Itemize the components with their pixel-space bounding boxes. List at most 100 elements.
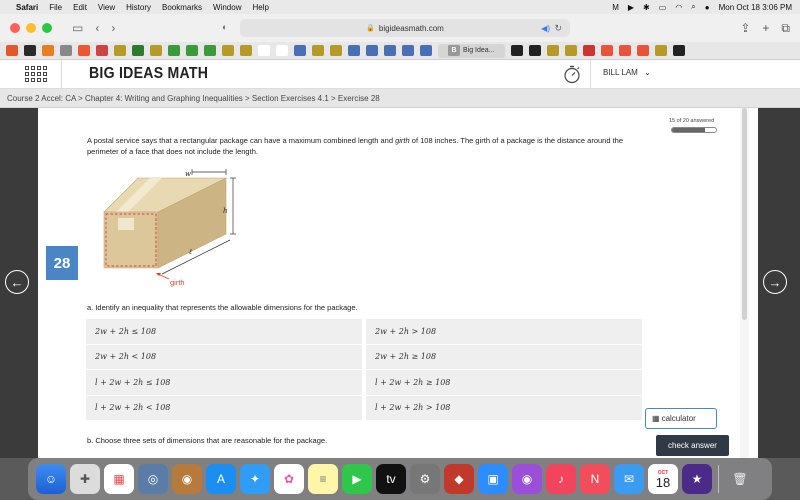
bookmark-icon[interactable] [96,45,108,56]
battery-icon[interactable]: ▭ [659,3,667,12]
bookmark-icon[interactable] [60,45,72,56]
trash-icon[interactable]: 🗑 [725,464,755,494]
menu-view[interactable]: View [98,3,115,12]
bookmark-icon[interactable] [546,45,559,56]
close-window-icon[interactable] [10,23,20,33]
bluetooth-icon[interactable]: ✱ [643,3,650,12]
bookmark-icon[interactable] [348,45,360,56]
tab-overview-icon[interactable]: ⧉ [781,21,790,36]
bookmark-icon[interactable] [24,45,36,56]
menu-window[interactable]: Window [213,3,241,12]
minimize-window-icon[interactable] [26,23,36,33]
bookmark-big-ideas[interactable]: B Big Idea... [438,43,505,58]
next-exercise-button[interactable]: → [763,270,787,294]
bookmark-icon[interactable] [654,45,667,56]
bookmark-icon[interactable] [672,45,685,56]
answer-choice[interactable]: 2w + 2h < 108 [86,344,362,370]
stopwatch-icon[interactable] [562,64,582,84]
apps-icon[interactable]: ▦ [104,464,134,494]
new-tab-icon[interactable]: + [762,21,769,35]
user-menu[interactable]: BILL LAM ⌄ [603,68,651,77]
apps-grid-icon[interactable] [25,66,47,82]
menu-bookmarks[interactable]: Bookmarks [162,3,202,12]
menu-app-name[interactable]: Safari [16,3,38,12]
bookmark-icon[interactable] [78,45,90,56]
mail-icon[interactable]: ✉ [614,464,644,494]
answer-choice[interactable]: 2w + 2h > 108 [366,319,642,345]
sidebar-toggle-icon[interactable]: ▭ [72,21,83,35]
bookmark-icon[interactable] [636,45,649,56]
answer-choice[interactable]: 2w + 2h ≤ 108 [86,319,362,345]
brand-logo[interactable]: BIG IDEAS MATH [89,65,208,83]
bookmark-icon[interactable] [312,45,324,56]
bookmark-icon[interactable] [600,45,613,56]
finder-icon[interactable]: ☺ [36,464,66,494]
wifi-icon[interactable]: ◠ [675,3,682,12]
photos-icon[interactable]: ✿ [274,464,304,494]
search-icon[interactable]: ⌕ [691,2,695,12]
bookmark-icon[interactable] [564,45,577,56]
menu-clock[interactable]: Mon Oct 18 3:06 PM [719,3,792,12]
imovie-icon[interactable]: ★ [682,464,712,494]
safari-icon[interactable]: ✦ [240,464,270,494]
bookmark-icon[interactable] [132,45,144,56]
bookmark-icon[interactable] [582,45,595,56]
siri-icon[interactable]: ● [705,3,710,12]
contacts-icon[interactable]: ◉ [172,464,202,494]
google-bookmark-icon[interactable] [258,45,270,56]
system-preferences-icon[interactable]: ⚙ [410,464,440,494]
bookmark-icon[interactable] [204,45,216,56]
menu-help[interactable]: Help [252,3,268,12]
answer-choice[interactable]: l + 2w + 2h < 108 [86,395,362,421]
back-icon[interactable]: ‹ [95,21,99,35]
answer-choice[interactable]: l + 2w + 2h > 108 [366,395,642,421]
answer-choice[interactable]: l + 2w + 2h ≥ 108 [366,370,642,396]
bookmark-icon[interactable] [114,45,126,56]
app-store-icon[interactable]: A [206,464,236,494]
bookmark-icon[interactable] [168,45,180,56]
bookmark-icon[interactable] [42,45,54,56]
bookmark-icon[interactable] [240,45,252,56]
bookmark-icon[interactable] [384,45,396,56]
reload-icon[interactable]: ↻ [554,23,562,34]
calendar-icon[interactable]: OCT 18 [648,464,678,494]
apple-tv-icon[interactable]: tv [376,464,406,494]
zoom-app-icon[interactable]: ▣ [478,464,508,494]
bookmark-icon[interactable] [150,45,162,56]
breadcrumb[interactable]: Course 2 Accel: CA > Chapter 4: Writing … [0,89,800,108]
google-bookmark-icon[interactable] [276,45,288,56]
menu-history[interactable]: History [126,3,151,12]
share-icon[interactable]: ⇪ [740,21,750,35]
play-icon[interactable]: ▶ [628,3,634,12]
bookmark-icon[interactable] [222,45,234,56]
zoom-window-icon[interactable] [42,23,52,33]
music-icon[interactable]: ♪ [546,464,576,494]
launchpad-icon[interactable]: ✚ [70,464,100,494]
bookmark-icon[interactable] [6,45,18,56]
notes-icon[interactable]: ≡ [308,464,338,494]
calculator-button[interactable]: ▦ calculator [645,408,717,429]
menu-file[interactable]: File [49,3,62,12]
bookmark-icon[interactable] [366,45,378,56]
bookmark-icon[interactable] [294,45,306,56]
privacy-shield-icon[interactable]: ◐ [222,22,227,32]
forward-icon[interactable]: › [111,21,115,35]
previous-exercise-button[interactable]: ← [5,270,29,294]
answer-choice[interactable]: 2w + 2h ≥ 108 [366,344,642,370]
bookmark-icon[interactable] [510,45,523,56]
malwarebytes-icon[interactable]: M [612,3,619,12]
menu-edit[interactable]: Edit [73,3,87,12]
address-bar[interactable]: 🔒 bigideasmath.com ◀) ↻ [240,19,570,37]
bookmark-icon[interactable] [402,45,414,56]
podcasts-icon[interactable]: ◉ [512,464,542,494]
bookmark-icon[interactable] [330,45,342,56]
audio-icon[interactable]: ◀) [541,24,550,33]
bookmark-icon[interactable] [528,45,541,56]
bookmark-icon[interactable] [618,45,631,56]
bookmark-icon[interactable] [420,45,432,56]
bookmark-icon[interactable] [186,45,198,56]
facetime-icon[interactable]: ▶ [342,464,372,494]
news-icon[interactable]: N [580,464,610,494]
answer-choice[interactable]: l + 2w + 2h ≤ 108 [86,370,362,396]
scrollbar-thumb[interactable] [742,108,747,320]
